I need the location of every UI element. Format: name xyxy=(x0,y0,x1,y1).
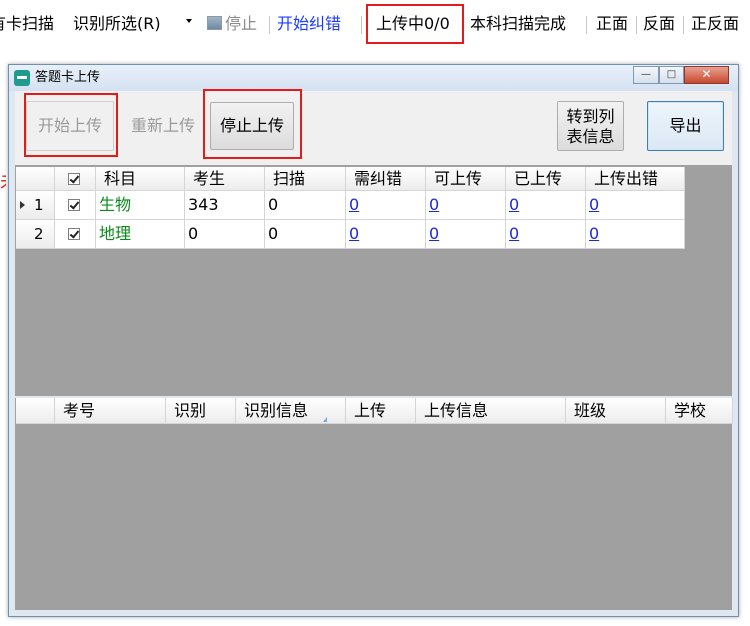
grid-corner xyxy=(16,167,55,191)
can-upload-link[interactable]: 0 xyxy=(429,195,439,214)
cell-can-upload[interactable]: 0 xyxy=(426,191,506,220)
need-correct-link[interactable]: 0 xyxy=(349,224,359,243)
back-button[interactable]: 反面 xyxy=(643,13,675,35)
uploaded-link[interactable]: 0 xyxy=(509,195,519,214)
main-toolbar: 有卡扫描 识别所选(R) 停止 开始纠错 上传中0/0 本科扫描完成 正面 反面… xyxy=(0,0,750,48)
toolbar-separator xyxy=(683,16,684,34)
row-header[interactable]: 2 xyxy=(16,220,55,249)
to-list-info-label-2: 表信息 xyxy=(566,127,615,146)
card-scan-button[interactable]: 有卡扫描 xyxy=(0,13,54,35)
col-header-can-upload[interactable]: 可上传 xyxy=(426,167,506,191)
toolbar-separator xyxy=(636,16,637,34)
need-correct-link[interactable]: 0 xyxy=(349,195,359,214)
highlight-box-start-upload xyxy=(24,93,118,157)
highlight-box-stop-upload xyxy=(203,89,302,159)
stop-label: 停止 xyxy=(225,14,258,33)
grid-corner xyxy=(16,398,55,424)
start-correct-button[interactable]: 开始纠错 xyxy=(277,13,341,35)
cell-need-correct[interactable]: 0 xyxy=(346,220,426,249)
dialog-button-bar: 开始上传 重新上传 停止上传 转到列 表信息 导出 xyxy=(15,91,732,165)
cell-upload-error[interactable]: 0 xyxy=(586,220,685,249)
col-header-school[interactable]: 学校 xyxy=(666,398,733,424)
col-header-students[interactable]: 考生 xyxy=(185,167,265,191)
row-number: 2 xyxy=(34,225,44,243)
reupload-button[interactable]: 重新上传 xyxy=(118,101,208,151)
cell-scanned[interactable]: 0 xyxy=(265,191,346,220)
upload-error-link[interactable]: 0 xyxy=(589,195,599,214)
select-all-header[interactable] xyxy=(55,167,96,191)
col-header-upload-info[interactable]: 上传信息 xyxy=(416,398,566,424)
sort-indicator-icon xyxy=(323,417,327,422)
chevron-down-icon[interactable] xyxy=(186,19,192,23)
image-icon xyxy=(207,16,222,30)
highlight-box-upload-status xyxy=(366,4,464,44)
col-header-exam-no[interactable]: 考号 xyxy=(55,398,166,424)
checkbox-icon[interactable] xyxy=(68,173,80,185)
col-header-upload-error[interactable]: 上传出错 xyxy=(586,167,685,191)
uploaded-link[interactable]: 0 xyxy=(509,224,519,243)
col-header-recognize[interactable]: 识别 xyxy=(166,398,236,424)
subject-scan-done-button[interactable]: 本科扫描完成 xyxy=(470,13,566,35)
upload-error-link[interactable]: 0 xyxy=(589,224,599,243)
checkbox-icon[interactable] xyxy=(68,199,80,211)
col-header-scanned[interactable]: 扫描 xyxy=(265,167,346,191)
to-list-info-button[interactable]: 转到列 表信息 xyxy=(557,101,624,151)
col-header-class[interactable]: 班级 xyxy=(566,398,666,424)
front-button[interactable]: 正面 xyxy=(596,13,628,35)
close-button[interactable]: ✕ xyxy=(684,66,729,84)
export-label: 导出 xyxy=(669,116,702,135)
toolbar-separator xyxy=(586,16,587,34)
col-header-subject[interactable]: 科目 xyxy=(96,167,185,191)
dialog-titlebar[interactable]: 答题卡上传 — □ ✕ xyxy=(9,65,738,91)
cell-need-correct[interactable]: 0 xyxy=(346,191,426,220)
cell-uploaded[interactable]: 0 xyxy=(506,220,586,249)
recognize-selected-button[interactable]: 识别所选(R) xyxy=(73,13,161,35)
cell-students[interactable]: 0 xyxy=(185,220,265,249)
current-row-arrow-icon xyxy=(20,201,25,209)
cell-uploaded[interactable]: 0 xyxy=(506,191,586,220)
stop-button[interactable]: 停止 xyxy=(207,13,257,35)
cell-can-upload[interactable]: 0 xyxy=(426,220,506,249)
cell-students[interactable]: 343 xyxy=(185,191,265,220)
maximize-button[interactable]: □ xyxy=(659,66,684,84)
cell-subject[interactable]: 地理 xyxy=(96,220,185,249)
col-header-upload[interactable]: 上传 xyxy=(346,398,416,424)
checkbox-icon[interactable] xyxy=(68,228,80,240)
reupload-label: 重新上传 xyxy=(130,116,195,135)
export-button[interactable]: 导出 xyxy=(647,101,724,151)
toolbar-separator xyxy=(269,16,270,34)
cell-upload-error[interactable]: 0 xyxy=(586,191,685,220)
both-sides-button[interactable]: 正反面 xyxy=(691,13,739,35)
minimize-button[interactable]: — xyxy=(633,66,659,84)
row-checkbox-cell[interactable] xyxy=(55,191,96,220)
dialog-title: 答题卡上传 xyxy=(35,70,101,85)
col-header-recognize-info[interactable]: 识别信息 xyxy=(236,398,346,424)
can-upload-link[interactable]: 0 xyxy=(429,224,439,243)
col-header-uploaded[interactable]: 已上传 xyxy=(506,167,586,191)
col-header-need-correct[interactable]: 需纠错 xyxy=(346,167,426,191)
row-checkbox-cell[interactable] xyxy=(55,220,96,249)
background-text-fragment: 未 xyxy=(0,170,6,196)
toolbar-separator xyxy=(361,16,362,34)
row-header[interactable]: 1 xyxy=(16,191,55,220)
row-number: 1 xyxy=(34,196,44,214)
to-list-info-label-1: 转到列 xyxy=(566,107,615,126)
app-icon xyxy=(14,70,30,86)
cell-scanned[interactable]: 0 xyxy=(265,220,346,249)
cell-subject[interactable]: 生物 xyxy=(96,191,185,220)
